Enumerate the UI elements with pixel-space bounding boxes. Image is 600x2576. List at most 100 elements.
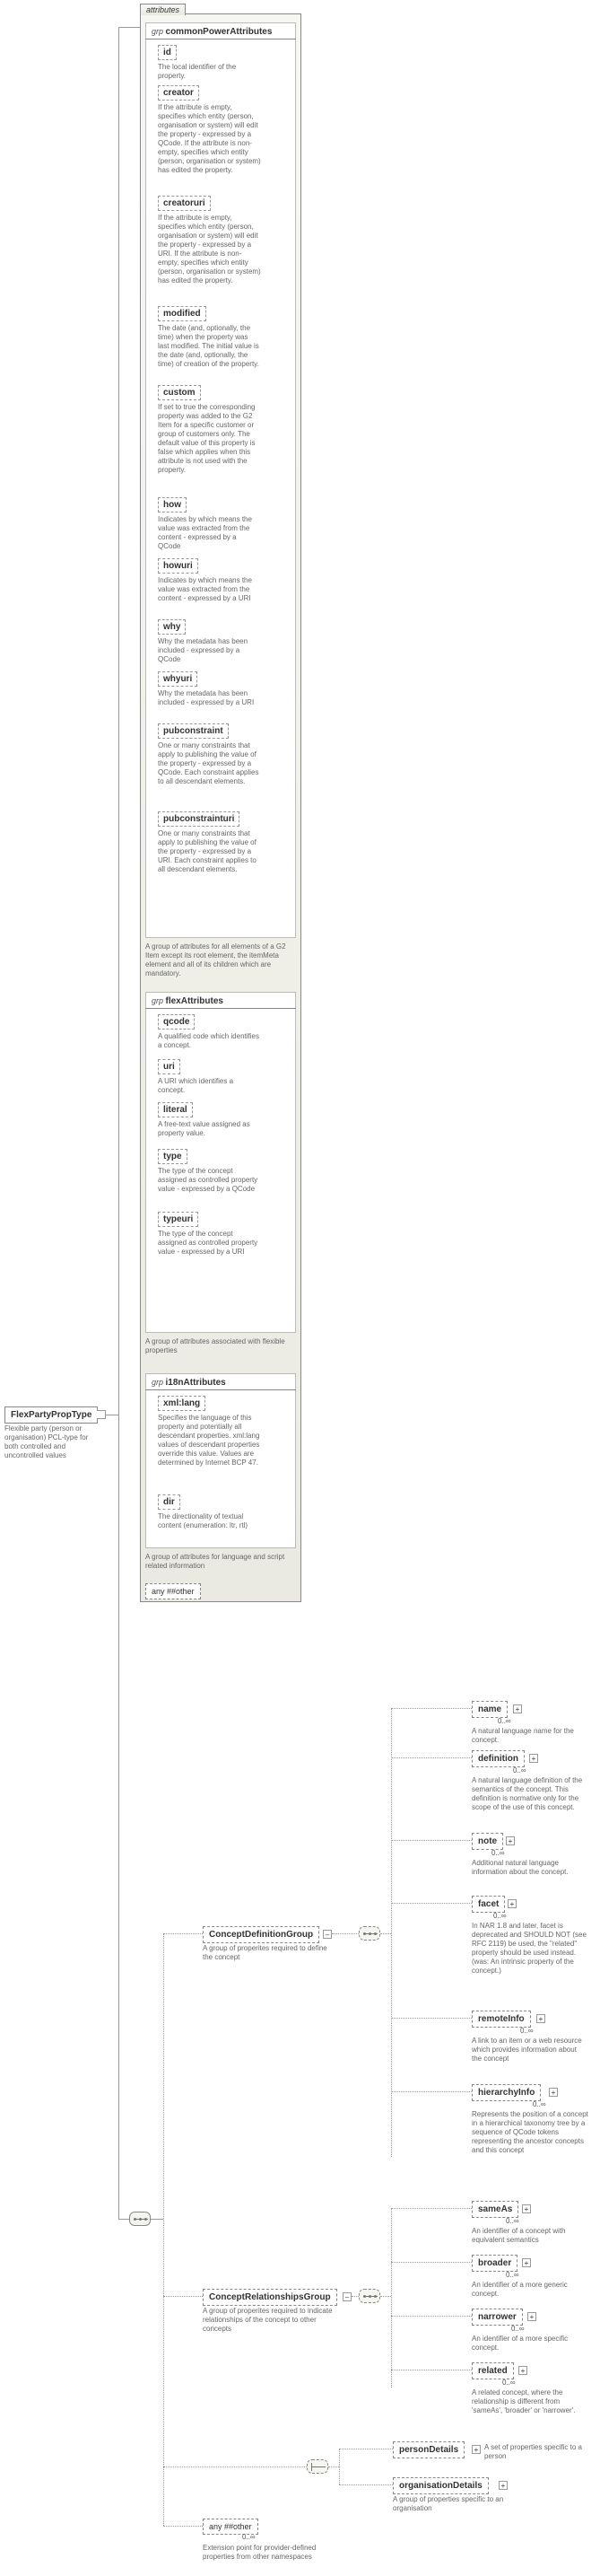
connector-line bbox=[118, 27, 140, 28]
elem-note-desc: Additional natural language information … bbox=[472, 1857, 579, 1877]
mult: 0..∞ bbox=[533, 2100, 546, 2108]
group-prefix: grp bbox=[152, 1378, 166, 1387]
attr-typeuri-desc: The type of the concept assigned as cont… bbox=[158, 1228, 261, 1257]
elem-narrower-desc: An identifier of a more specific concept… bbox=[472, 2333, 579, 2353]
elem-remoteinfo-plus: + bbox=[536, 2014, 545, 2023]
attr-typeuri: typeuri bbox=[158, 1212, 198, 1227]
concept-def-expand: – bbox=[323, 1930, 332, 1939]
root-type-node: FlexPartyPropType bbox=[4, 1406, 98, 1424]
attr-custom: custom bbox=[158, 385, 201, 400]
common-footer: A group of attributes for all elements o… bbox=[145, 941, 296, 978]
attr-type: type bbox=[158, 1149, 187, 1164]
attr-why: why bbox=[158, 619, 186, 635]
attr-creator: creator bbox=[158, 85, 199, 101]
connector-line bbox=[339, 2449, 340, 2484]
flex-footer: A group of attributes associated with fl… bbox=[145, 1336, 296, 1355]
root-expand-box bbox=[97, 1410, 106, 1419]
elem-name-desc: A natural language name for the concept. bbox=[472, 1725, 579, 1745]
connector-line bbox=[391, 1757, 472, 1758]
attr-literal: literal bbox=[158, 1102, 193, 1117]
attr-creatoruri-desc: If the attribute is empty, specifies whi… bbox=[158, 212, 261, 285]
attr-creatoruri: creatoruri bbox=[158, 196, 211, 211]
elem-definition: definition bbox=[472, 1750, 525, 1767]
attr-literal-desc: A free-text value assigned as property v… bbox=[158, 1118, 261, 1138]
attr-qcode: qcode bbox=[158, 1014, 195, 1030]
attr-uri-desc: A URI which identifies a concept. bbox=[158, 1075, 261, 1095]
elem-related: related bbox=[472, 2362, 514, 2379]
attr-dir-desc: The directionality of textual content (e… bbox=[158, 1511, 261, 1530]
mult: 0..∞ bbox=[513, 1766, 526, 1774]
attr-pubconstraint-desc: One or many constraints that apply to pu… bbox=[158, 740, 261, 786]
elem-facet: facet bbox=[472, 1896, 505, 1913]
connector-line bbox=[163, 1933, 164, 2526]
elem-hierarchyinfo: hierarchyInfo bbox=[472, 2084, 541, 2101]
sequence-connector-rel bbox=[359, 2289, 380, 2303]
root-type-label: FlexPartyPropType bbox=[11, 1410, 91, 1420]
connector-line bbox=[391, 1903, 472, 1904]
elem-remoteinfo-desc: A link to an item or a web resource whic… bbox=[472, 2035, 588, 2063]
elem-orgdetails-desc: A group of properties specific to an org… bbox=[393, 2493, 509, 2513]
elem-hierarchyinfo-desc: Represents the position of a concept in … bbox=[472, 2108, 593, 2155]
elem-persondetails: personDetails bbox=[393, 2441, 465, 2458]
connector-line bbox=[391, 2208, 472, 2209]
connector-line bbox=[391, 1840, 472, 1841]
attr-howuri-desc: Indicates by which means the value was e… bbox=[158, 574, 261, 603]
attr-creator-desc: If the attribute is empty, specifies whi… bbox=[158, 101, 261, 175]
choice-connector bbox=[307, 2459, 328, 2474]
attr-modified: modified bbox=[158, 306, 206, 321]
elem-name-plus: + bbox=[513, 1704, 522, 1713]
group-divider bbox=[145, 1008, 296, 1009]
attr-custom-desc: If set to true the corresponding propert… bbox=[158, 401, 261, 475]
attr-pubconstrainturi-desc: One or many constraints that apply to pu… bbox=[158, 828, 261, 874]
elem-narrower: narrower bbox=[472, 2309, 523, 2326]
i18n-footer: A group of attributes for language and s… bbox=[145, 1551, 296, 1571]
connector-line bbox=[151, 2219, 163, 2220]
attr-dir: dir bbox=[158, 1494, 180, 1510]
attributes-panel-tab: attributes bbox=[140, 4, 186, 15]
attr-xmllang: xml:lang bbox=[158, 1396, 205, 1411]
flex-header: grp flexAttributes bbox=[152, 996, 223, 1006]
group-prefix: grp bbox=[152, 996, 166, 1005]
mult: 0..∞ bbox=[242, 2533, 256, 2541]
attr-pubconstrainturi: pubconstrainturi bbox=[158, 811, 239, 827]
attr-qcode-desc: A qualified code which identifies a conc… bbox=[158, 1030, 261, 1050]
elem-facet-desc: In NAR 1.8 and later, facet is deprecate… bbox=[472, 1920, 588, 1976]
concept-def-group: ConceptDefinitionGroup bbox=[203, 1926, 319, 1943]
elem-name: name bbox=[472, 1701, 508, 1718]
elem-broader: broader bbox=[472, 2255, 517, 2272]
elem-remoteinfo: remoteInfo bbox=[472, 2011, 531, 2028]
elem-sameas: sameAs bbox=[472, 2201, 518, 2218]
elem-persondetails-desc: A set of properties specific to a person bbox=[484, 2441, 592, 2461]
connector-line bbox=[328, 2466, 339, 2467]
concept-def-desc: A group of properites required to define… bbox=[203, 1942, 328, 1962]
elem-broader-desc: An identifier of a more generic concept. bbox=[472, 2279, 579, 2299]
group-name: i18nAttributes bbox=[166, 1378, 226, 1388]
connector-line bbox=[380, 2296, 391, 2297]
elem-narrower-plus: + bbox=[527, 2312, 536, 2321]
attr-whyuri: whyuri bbox=[158, 671, 197, 687]
connector-line bbox=[352, 2296, 359, 2297]
elem-note: note bbox=[472, 1833, 503, 1850]
connector-line bbox=[391, 1708, 472, 1709]
sequence-connector bbox=[129, 2212, 151, 2226]
elem-sameas-plus: + bbox=[522, 2204, 531, 2213]
elem-persondetails-plus: + bbox=[472, 2445, 481, 2454]
connector-line bbox=[391, 2262, 472, 2263]
attr-id: id bbox=[158, 45, 177, 60]
elem-note-plus: + bbox=[506, 1836, 515, 1845]
bottom-any-desc: Extension point for provider-defined pro… bbox=[203, 2542, 319, 2562]
elem-broader-plus: + bbox=[522, 2258, 531, 2267]
concept-rel-expand: – bbox=[343, 2292, 352, 2301]
elem-hierarchyinfo-plus: + bbox=[549, 2088, 558, 2097]
mult: 0..∞ bbox=[493, 1912, 507, 1920]
group-name: commonPowerAttributes bbox=[166, 27, 273, 37]
connector-line bbox=[163, 2296, 203, 2297]
connector-line bbox=[163, 2526, 203, 2527]
connector-line bbox=[380, 1933, 391, 1934]
connector-line bbox=[391, 2091, 472, 2092]
connector-line bbox=[391, 2208, 392, 2388]
elem-definition-plus: + bbox=[529, 1754, 538, 1763]
elem-related-plus: + bbox=[518, 2366, 527, 2375]
connector-line bbox=[332, 1933, 359, 1934]
group-name: flexAttributes bbox=[166, 996, 223, 1006]
